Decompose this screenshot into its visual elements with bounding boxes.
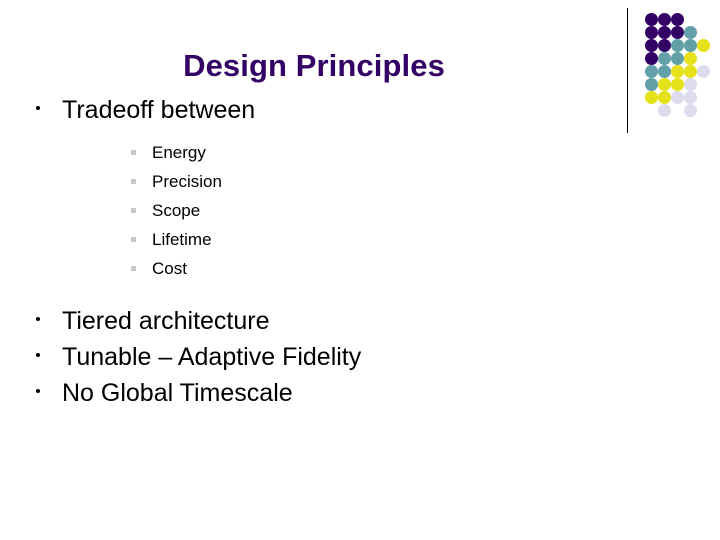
grid-dot-yellow [671,78,684,91]
grid-dot-yellow [684,52,697,65]
square-bullet-icon [131,237,136,242]
bullet-label: No Global Timescale [62,379,293,407]
grid-dot-lavender [671,91,684,104]
list-item: Tiered architecture [0,303,628,339]
grid-dot-purple [658,26,671,39]
grid-dot-yellow [658,91,671,104]
list-item: Tunable – Adaptive Fidelity [0,339,628,375]
list-item: Energy [0,138,628,167]
grid-dot-purple [645,13,658,26]
bullet-label: Tiered architecture [62,307,270,335]
grid-dot-lavender [658,104,671,117]
bullet-label: Tunable – Adaptive Fidelity [62,343,362,371]
slide-body: Tradeoff between Energy Precision Scope … [0,92,628,411]
grid-dot-teal [645,78,658,91]
list-item: Scope [0,196,628,225]
grid-dot-teal [671,52,684,65]
grid-dot-teal [645,65,658,78]
square-bullet-icon [131,179,136,184]
grid-dot-purple [658,13,671,26]
grid-dot-lavender [684,91,697,104]
grid-dot-lavender [684,78,697,91]
grid-dot-yellow [658,78,671,91]
sub-bullet-label: Lifetime [152,230,212,249]
list-item: Precision [0,167,628,196]
grid-dot-purple [671,13,684,26]
grid-dot-teal [658,65,671,78]
square-bullet-icon [131,266,136,271]
grid-dot-yellow [671,65,684,78]
sub-bullet-label: Scope [152,201,201,220]
sub-bullet-label: Cost [152,259,187,278]
round-bullet-icon [36,106,40,110]
sub-bullet-label: Precision [152,172,222,191]
grid-dot-purple [645,39,658,52]
grid-dot-purple [658,39,671,52]
decorative-dot-grid [645,13,717,125]
round-bullet-icon [36,389,40,393]
round-bullet-icon [36,353,40,357]
grid-dot-yellow [645,91,658,104]
grid-dot-teal [684,26,697,39]
grid-dot-teal [684,39,697,52]
list-item: No Global Timescale [0,375,628,411]
sub-bullet-label: Energy [152,143,206,162]
grid-dot-teal [671,39,684,52]
grid-dot-yellow [697,39,710,52]
square-bullet-icon [131,150,136,155]
list-item: Cost [0,254,628,283]
square-bullet-icon [131,208,136,213]
bullet-label: Tradeoff between [62,96,256,124]
grid-dot-purple [671,26,684,39]
grid-dot-teal [658,52,671,65]
sub-bullet-list: Energy Precision Scope Lifetime Cost [0,138,628,283]
page-title: Design Principles [183,47,445,83]
grid-dot-purple [645,26,658,39]
grid-dot-lavender [697,65,710,78]
round-bullet-icon [36,317,40,321]
list-item: Lifetime [0,225,628,254]
slide-canvas: Design Principles Tradeoff between Energ… [0,0,720,540]
grid-dot-lavender [684,104,697,117]
grid-dot-yellow [684,65,697,78]
list-item: Tradeoff between [0,92,628,128]
grid-dot-purple [645,52,658,65]
